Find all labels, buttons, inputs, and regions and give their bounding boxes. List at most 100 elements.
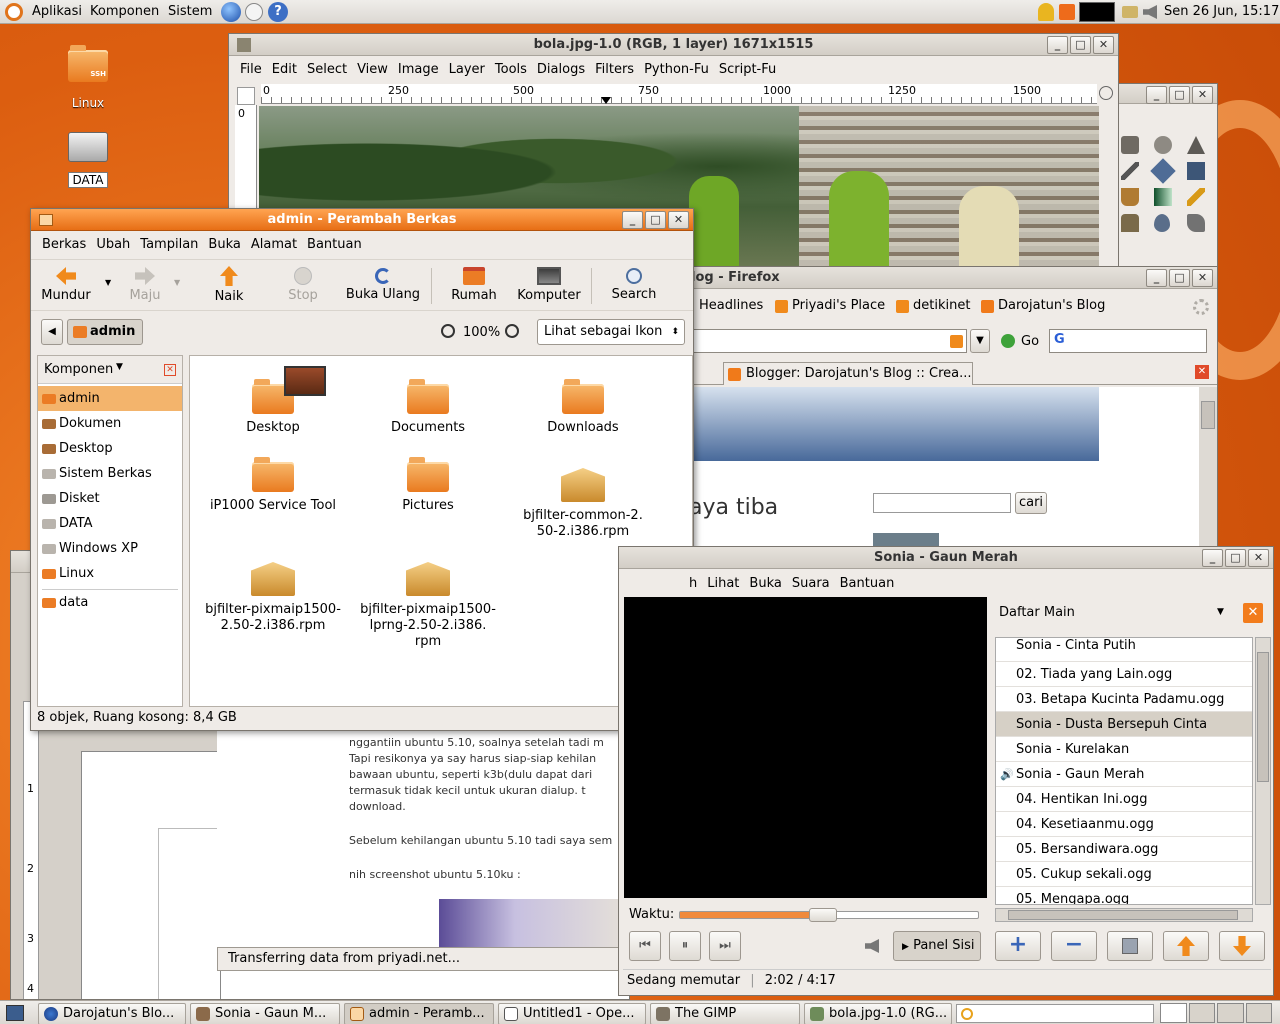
next-button[interactable]: ⏭ bbox=[709, 931, 741, 961]
file-icon-bjfilter-common[interactable]: bjfilter-common-2. 50-2.i386.rpm bbox=[508, 468, 658, 540]
taskbar-item-totem[interactable]: Sonia - Gaun M... bbox=[190, 1003, 340, 1024]
close-sidebar-icon[interactable]: ✕ bbox=[1243, 603, 1263, 623]
blog-search-input[interactable] bbox=[873, 493, 1011, 513]
close-button[interactable]: ✕ bbox=[1192, 269, 1213, 287]
zoom-out-icon[interactable] bbox=[441, 324, 455, 338]
view-as-select[interactable]: Lihat sebagai Ikon ⬍ bbox=[537, 319, 685, 345]
menu-berkas[interactable]: Berkas bbox=[42, 237, 86, 252]
computer-button[interactable]: Komputer bbox=[515, 264, 583, 308]
document-text[interactable]: nggantiin ubuntu 5.10, soalnya setelah t… bbox=[217, 723, 629, 947]
search-box[interactable]: G bbox=[1049, 329, 1207, 353]
close-pane-icon[interactable]: ✕ bbox=[164, 364, 176, 376]
taskbar-search-box[interactable] bbox=[956, 1004, 1154, 1023]
maximize-button[interactable]: □ bbox=[645, 211, 666, 229]
menu-script-fu[interactable]: Script-Fu bbox=[719, 62, 776, 77]
desktop-icon-linux[interactable]: SSH Linux bbox=[58, 45, 118, 110]
file-icon-ip1000[interactable]: iP1000 Service Tool bbox=[198, 457, 348, 514]
url-dropdown-button[interactable]: ▼ bbox=[970, 329, 990, 353]
side-pane-selector[interactable]: Komponen bbox=[44, 362, 113, 377]
menu-edit[interactable]: Edit bbox=[272, 62, 297, 77]
file-icon-bjfilter-pixmaip1500[interactable]: bjfilter-pixmaip1500- 2.50-2.i386.rpm bbox=[198, 562, 348, 634]
scroll-thumb[interactable] bbox=[1257, 652, 1269, 782]
minimize-button[interactable]: _ bbox=[1146, 269, 1167, 287]
sidebar-toggle-button[interactable]: ▶ Panel Sisi bbox=[893, 931, 981, 961]
menu-sistem[interactable]: Sistem bbox=[168, 4, 212, 19]
playlist-item[interactable]: Sonia - Cinta Putih bbox=[996, 638, 1252, 662]
menu-komponen[interactable]: Komponen bbox=[90, 4, 159, 19]
file-icon-downloads[interactable]: Downloads bbox=[508, 379, 658, 436]
taskbar-item-gimp-image[interactable]: bola.jpg-1.0 (RG... bbox=[804, 1003, 952, 1024]
playlist-item[interactable]: 05. Bersandiwara.ogg bbox=[996, 837, 1252, 862]
zoom-navigate-icon[interactable] bbox=[1099, 86, 1113, 100]
menu-alamat[interactable]: Alamat bbox=[251, 237, 297, 252]
zoom-in-icon[interactable] bbox=[505, 324, 519, 338]
network-icon[interactable] bbox=[1122, 6, 1138, 18]
browser-launcher-icon[interactable] bbox=[221, 2, 241, 22]
location-crumb-admin[interactable]: admin bbox=[67, 319, 143, 345]
playlist-item[interactable]: 05. Cukup sekali.ogg bbox=[996, 862, 1252, 887]
place-data[interactable]: DATA bbox=[38, 511, 182, 536]
menu-dialogs[interactable]: Dialogs bbox=[537, 62, 585, 77]
playlist-item[interactable]: Sonia - Kurelakan bbox=[996, 737, 1252, 762]
add-track-button[interactable]: + bbox=[995, 931, 1041, 961]
home-button[interactable]: Rumah bbox=[447, 264, 501, 308]
smudge-tool-icon[interactable] bbox=[1187, 214, 1205, 232]
menu-lihat[interactable]: Lihat bbox=[707, 576, 739, 591]
move-up-button[interactable] bbox=[1163, 931, 1209, 961]
workspace-4[interactable] bbox=[1245, 1003, 1272, 1023]
place-dokumen[interactable]: Dokumen bbox=[38, 411, 182, 436]
menu-tampilan[interactable]: Tampilan bbox=[140, 237, 198, 252]
file-icon-pictures[interactable]: Pictures bbox=[353, 457, 503, 514]
notification-icon[interactable] bbox=[1059, 4, 1075, 20]
url-bar[interactable] bbox=[689, 329, 967, 353]
playlist-item[interactable]: 04. Kesetiaanmu.ogg bbox=[996, 812, 1252, 837]
place-desktop[interactable]: Desktop bbox=[38, 436, 182, 461]
stop-button[interactable]: Stop bbox=[281, 264, 325, 308]
menu-python-fu[interactable]: Python-Fu bbox=[644, 62, 709, 77]
ubuntu-logo-icon[interactable] bbox=[5, 3, 23, 21]
place-sistem-berkas[interactable]: Sistem Berkas bbox=[38, 461, 182, 486]
pause-button[interactable]: ⏸ bbox=[669, 931, 701, 961]
menu-buka[interactable]: Buka bbox=[208, 237, 240, 252]
menu-ubah[interactable]: Ubah bbox=[96, 237, 130, 252]
minimize-button[interactable]: _ bbox=[622, 211, 643, 229]
scroll-thumb[interactable] bbox=[1201, 401, 1215, 429]
bucket-tool-icon[interactable] bbox=[1121, 188, 1139, 206]
menu-bantuan[interactable]: Bantuan bbox=[840, 576, 895, 591]
menu-select[interactable]: Select bbox=[307, 62, 347, 77]
show-desktop-icon[interactable] bbox=[6, 1005, 24, 1021]
workspace-2[interactable] bbox=[1188, 1003, 1215, 1023]
taskbar-item-firefox[interactable]: Darojatun's Blo... bbox=[38, 1003, 186, 1024]
desktop-icon-data[interactable]: DATA bbox=[58, 132, 118, 188]
forward-button[interactable]: Maju bbox=[121, 264, 169, 308]
google-engine-icon[interactable]: G bbox=[1054, 332, 1065, 347]
playlist-item[interactable]: 05. Mengapa.ogg bbox=[996, 887, 1252, 904]
menu-view[interactable]: View bbox=[357, 62, 388, 77]
volume-icon[interactable] bbox=[1143, 5, 1157, 19]
help-icon[interactable]: ? bbox=[268, 2, 288, 22]
chevron-down-icon[interactable]: ▼ bbox=[116, 362, 123, 372]
go-button[interactable]: Go bbox=[1021, 334, 1039, 349]
clock[interactable]: Sen 26 Jun, 15:17 bbox=[1164, 4, 1279, 19]
vertical-scrollbar[interactable] bbox=[1199, 387, 1217, 555]
bookmark-headlines[interactable]: Headlines bbox=[699, 298, 763, 313]
paintbrush-tool-icon[interactable] bbox=[1187, 188, 1205, 206]
taskbar-item-writer[interactable]: Untitled1 - Ope... bbox=[498, 1003, 646, 1024]
blur-tool-icon[interactable] bbox=[1154, 214, 1170, 232]
playlist-vscrollbar[interactable] bbox=[1255, 637, 1271, 905]
stamp-tool-icon[interactable] bbox=[1121, 214, 1139, 232]
maximize-button[interactable]: □ bbox=[1169, 86, 1190, 104]
playlist-item-selected[interactable]: Sonia - Dusta Bersepuh Cinta bbox=[996, 712, 1252, 737]
taskbar-item-nautilus[interactable]: admin - Peramb... bbox=[344, 1003, 494, 1024]
playlist-item[interactable]: 03. Betapa Kucinta Padamu.ogg bbox=[996, 687, 1252, 712]
maximize-button[interactable]: □ bbox=[1169, 269, 1190, 287]
tab-blogger[interactable]: Blogger: Darojatun's Blog :: Crea... bbox=[723, 362, 973, 385]
chevron-down-icon[interactable]: ▼ bbox=[1217, 607, 1224, 617]
minimize-button[interactable]: _ bbox=[1146, 86, 1167, 104]
back-button[interactable]: Mundur bbox=[37, 264, 95, 308]
document-page[interactable] bbox=[81, 751, 221, 999]
video-area[interactable] bbox=[624, 597, 987, 898]
close-tab-icon[interactable]: ✕ bbox=[1195, 365, 1209, 379]
heal-tool-icon[interactable] bbox=[1154, 136, 1172, 154]
bookmark-darojatun[interactable]: Darojatun's Blog bbox=[998, 298, 1105, 313]
